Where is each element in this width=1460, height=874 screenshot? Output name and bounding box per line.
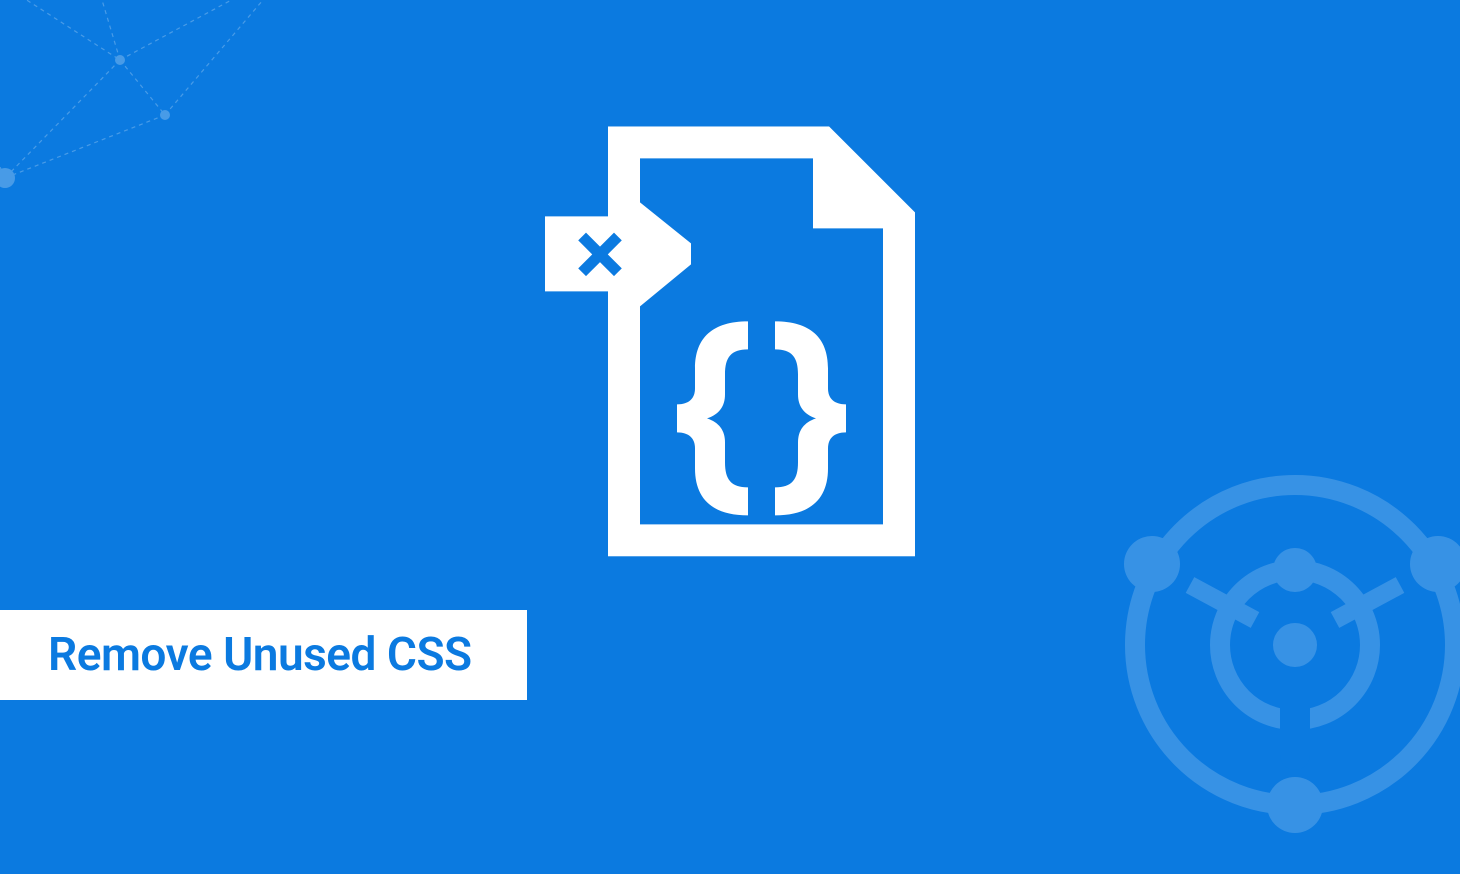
css-file-delete-icon bbox=[545, 127, 915, 557]
page-title: Remove Unused CSS bbox=[48, 628, 472, 682]
network-decoration bbox=[0, 0, 300, 350]
title-bar: Remove Unused CSS bbox=[0, 610, 527, 700]
logo-decoration bbox=[1070, 420, 1460, 870]
